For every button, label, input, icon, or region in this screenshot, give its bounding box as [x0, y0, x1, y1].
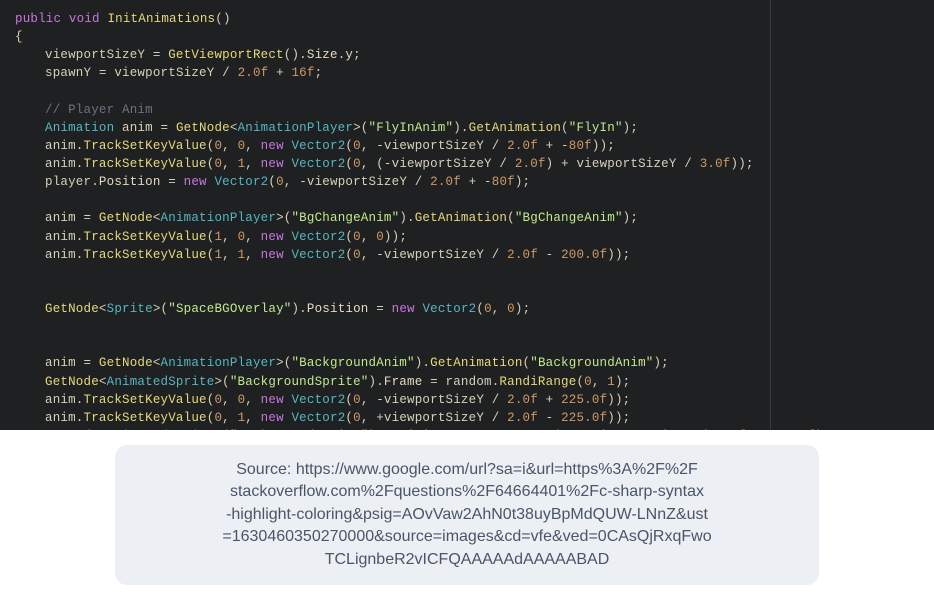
code-line — [15, 336, 919, 354]
code-line: spawnY = viewportSizeY / 2.0f + 16f; — [15, 64, 919, 82]
source-url: stackoverflow.com%2Fquestions%2F64664401… — [230, 483, 704, 500]
source-url: https://www.google.com/url?sa=i&url=http… — [296, 461, 698, 478]
code-line: anim.TrackSetKeyValue(0, 1, new Vector2(… — [15, 409, 919, 427]
code-line: anim.TrackSetKeyValue(0, 0, new Vector2(… — [15, 137, 919, 155]
code-editor[interactable]: public void InitAnimations() { viewportS… — [0, 0, 934, 430]
code-line — [15, 264, 919, 282]
code-line: GetNode<AnimatedSprite>("BackgroundSprit… — [15, 427, 919, 430]
code-line: anim = GetNode<AnimationPlayer>("Backgro… — [15, 354, 919, 372]
code-line — [15, 318, 919, 336]
code-line — [15, 83, 919, 101]
code-line: GetNode<Sprite>("SpaceBGOverlay").Positi… — [15, 300, 919, 318]
code-line: player.Position = new Vector2(0, -viewpo… — [15, 173, 919, 191]
code-line: Animation anim = GetNode<AnimationPlayer… — [15, 119, 919, 137]
code-line: public void InitAnimations() — [15, 10, 919, 28]
source-url: TCLignbeR2vICFQAAAAAdAAAAABAD — [325, 551, 610, 568]
code-line: anim.TrackSetKeyValue(1, 1, new Vector2(… — [15, 246, 919, 264]
code-line: anim.TrackSetKeyValue(1, 0, new Vector2(… — [15, 228, 919, 246]
code-line: anim.TrackSetKeyValue(0, 1, new Vector2(… — [15, 155, 919, 173]
code-line: GetNode<AnimatedSprite>("BackgroundSprit… — [15, 373, 919, 391]
code-line — [15, 282, 919, 300]
code-line: { — [15, 28, 919, 46]
code-line: // Player Anim — [15, 101, 919, 119]
code-line: anim = GetNode<AnimationPlayer>("BgChang… — [15, 209, 919, 227]
source-url: =1630460350270000&source=images&cd=vfe&v… — [222, 528, 711, 545]
source-url: -highlight-coloring&psig=AOvVaw2AhN0t38u… — [226, 506, 708, 523]
source-citation: Source: https://www.google.com/url?sa=i&… — [115, 445, 819, 585]
code-line — [15, 191, 919, 209]
source-prefix: Source: — [236, 461, 296, 478]
code-line: viewportSizeY = GetViewportRect().Size.y… — [15, 46, 919, 64]
code-line: anim.TrackSetKeyValue(0, 0, new Vector2(… — [15, 391, 919, 409]
